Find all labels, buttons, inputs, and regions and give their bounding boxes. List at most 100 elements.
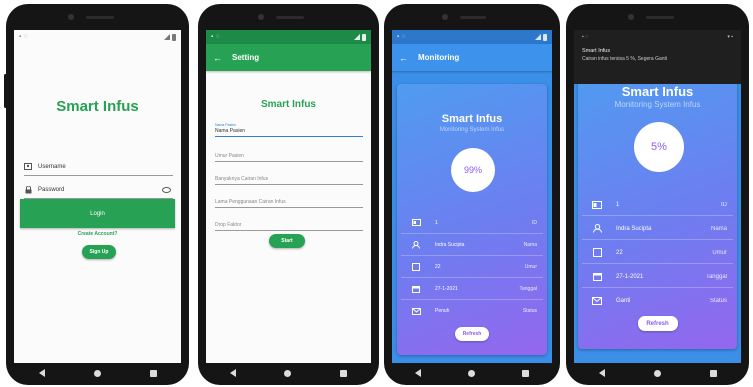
fluid-volume-field[interactable]: Banyaknya Cairan Infus xyxy=(215,171,363,185)
phone-login: ▪ ◌ Smart Infus Username Password Login C… xyxy=(4,4,189,385)
front-camera xyxy=(442,14,448,20)
row-key: ID xyxy=(532,219,537,226)
app-bar: ← Monitoring xyxy=(392,44,552,71)
back-icon[interactable] xyxy=(598,369,605,377)
front-camera xyxy=(68,14,74,20)
refresh-button[interactable]: Refresh xyxy=(637,316,678,331)
row-value: 27-1-2021 xyxy=(435,285,458,292)
screenshot-stage: ▪ ◌ Smart Infus Username Password Login C… xyxy=(0,0,753,387)
status-bar: ▪ ◌ xyxy=(14,30,181,44)
start-button[interactable]: Start xyxy=(269,234,305,248)
home-icon[interactable] xyxy=(467,369,475,377)
envelope-icon xyxy=(409,307,423,315)
row-key: Nama xyxy=(710,225,727,232)
info-row-id: 1 ID xyxy=(401,212,543,234)
username-placeholder: Username xyxy=(38,163,66,170)
home-icon[interactable] xyxy=(653,369,661,377)
field-placeholder: Drop Faktor xyxy=(215,222,242,228)
app-bar: ← Setting xyxy=(206,44,371,71)
phone-monitoring-full: ▪ ◌ ← Monitoring Smart Infus Monitoring S… xyxy=(384,4,560,385)
recents-icon[interactable] xyxy=(149,369,157,377)
row-value: Ganti xyxy=(616,298,631,304)
login-button[interactable]: Login xyxy=(20,199,175,228)
earpiece xyxy=(276,16,304,19)
status-bar: ▪ ◌ xyxy=(206,30,371,44)
refresh-button[interactable]: Refresh xyxy=(455,327,489,341)
android-nav-bar xyxy=(14,365,181,381)
status-icons: ▾ ▪ xyxy=(727,34,733,40)
fluid-percent-circle: 5% xyxy=(634,122,684,172)
back-arrow-icon[interactable]: ← xyxy=(213,53,222,63)
android-nav-bar xyxy=(574,365,741,381)
signup-button[interactable]: Sign Up xyxy=(82,245,116,259)
field-placeholder: Lama Penggunaan Cairan Infus xyxy=(215,199,286,205)
card-subtitle: Monitoring System Infus xyxy=(439,127,505,133)
android-nav-bar xyxy=(206,365,371,381)
info-row-date: 27-1-2021 Tanggal xyxy=(582,266,733,288)
page-title: Smart Infus xyxy=(260,99,316,110)
notification-panel[interactable]: ▪ ◌ ▾ ▪ Smart Infus Cairan infus tersisa… xyxy=(574,30,741,84)
setting-screen: ▪ ◌ ← Setting Smart Infus Nama Pasien Nam… xyxy=(206,30,371,363)
create-account-link[interactable]: Create Account? xyxy=(14,231,181,237)
info-row-date: 27-1-2021 Tanggal xyxy=(401,278,543,300)
patient-name-field[interactable]: Nama Pasien Nama Pasien xyxy=(215,123,363,137)
row-key: ID xyxy=(721,201,727,208)
person-icon xyxy=(590,224,604,233)
home-icon[interactable] xyxy=(284,369,292,377)
notification-status-row: ▪ ◌ ▾ ▪ xyxy=(582,34,733,40)
back-icon[interactable] xyxy=(38,369,45,377)
status-bar: ▪ ◌ xyxy=(392,30,552,44)
username-field[interactable]: Username xyxy=(24,158,173,176)
back-icon[interactable] xyxy=(230,369,237,377)
back-arrow-icon[interactable]: ← xyxy=(399,53,408,63)
info-row-age: 22 Umur xyxy=(401,256,543,278)
recents-icon[interactable] xyxy=(339,369,347,377)
monitoring-screen: Smart Infus Monitoring System Infus 5% 1… xyxy=(574,30,741,363)
row-value: Penuh xyxy=(435,308,450,314)
row-key: Umur xyxy=(524,263,537,270)
info-row-name: Indra Sucipta Nama xyxy=(582,218,733,240)
row-key: Status xyxy=(522,308,537,314)
back-icon[interactable] xyxy=(415,369,422,377)
recents-icon[interactable] xyxy=(709,369,717,377)
phone-monitoring-low: Smart Infus Monitoring System Infus 5% 1… xyxy=(566,4,749,385)
person-icon xyxy=(409,240,423,249)
notification-app-icon: ▪ ◌ xyxy=(582,34,589,40)
monitoring-screen: ▪ ◌ ← Monitoring Smart Infus Monitoring S… xyxy=(392,30,552,363)
field-value: Nama Pasien xyxy=(215,128,246,134)
android-nav-bar xyxy=(392,365,552,381)
row-value: 1 xyxy=(435,219,438,226)
row-value: 22 xyxy=(435,263,441,270)
earpiece xyxy=(646,16,674,19)
fluid-duration-field[interactable]: Lama Penggunaan Cairan Infus xyxy=(215,194,363,208)
fluid-percent: 5% xyxy=(651,141,667,153)
row-value: Indra Sucipta xyxy=(435,241,465,248)
notification-title: Smart Infus xyxy=(582,48,611,54)
calendar-icon xyxy=(590,272,604,281)
square-icon xyxy=(409,262,423,271)
recents-icon[interactable] xyxy=(521,369,529,377)
square-icon xyxy=(590,248,604,257)
info-row-name: Indra Sucipta Nama xyxy=(401,234,543,256)
id-card-icon xyxy=(24,163,32,171)
floating-label: Nama Pasien xyxy=(215,123,237,127)
info-row-status: Ganti Status xyxy=(582,290,733,312)
drop-factor-field[interactable]: Drop Faktor xyxy=(215,217,363,231)
fluid-percent: 99% xyxy=(463,165,482,175)
envelope-icon xyxy=(590,297,604,305)
row-key: Umur xyxy=(712,249,727,256)
card-subtitle: Monitoring System Infus xyxy=(614,100,701,109)
visibility-toggle-icon[interactable] xyxy=(162,186,171,193)
field-placeholder: Banyaknya Cairan Infus xyxy=(215,176,269,182)
row-value: Indra Sucipta xyxy=(616,225,652,232)
card-title: Smart Infus xyxy=(621,84,694,99)
home-icon[interactable] xyxy=(93,369,101,377)
password-placeholder: Password xyxy=(38,186,65,193)
info-row-age: 22 Umur xyxy=(582,242,733,264)
patient-age-field[interactable]: Umur Pasien xyxy=(215,148,363,162)
password-field[interactable]: Password xyxy=(24,181,173,199)
app-bar-title: Monitoring xyxy=(418,53,460,62)
info-row-id: 1 ID xyxy=(582,194,733,216)
front-camera xyxy=(258,14,264,20)
info-row-status: Penuh Status xyxy=(401,300,543,322)
